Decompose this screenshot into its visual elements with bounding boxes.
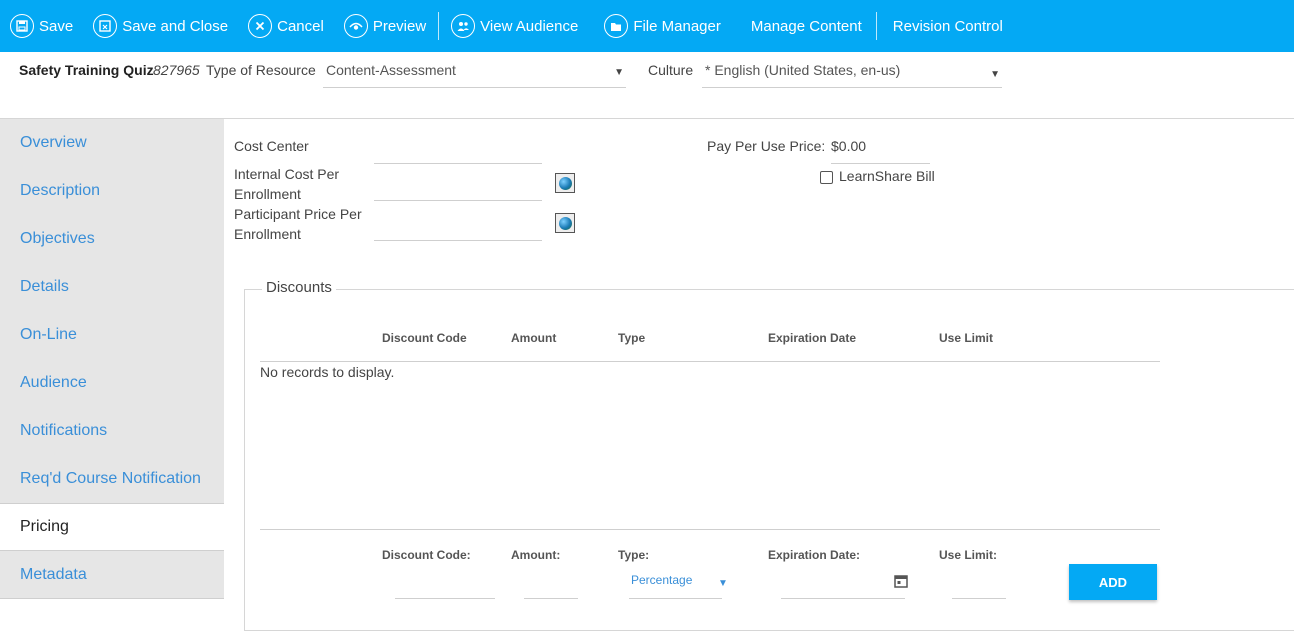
column-header-use-limit: Use Limit [939, 331, 994, 345]
amount-label: Amount: [511, 548, 561, 562]
sidebar-item-metadata[interactable]: Metadata [0, 551, 224, 599]
sidebar-item-label: Req'd Course Notification [20, 470, 201, 487]
resource-header: Safety Training Quiz 827965 Type of Reso… [0, 52, 1294, 119]
internal-cost-label-line2: Enrollment [234, 186, 301, 202]
users-icon [451, 14, 476, 38]
expiration-date-label: Expiration Date: [768, 548, 861, 562]
manage-content-button[interactable]: Manage Content [741, 0, 872, 52]
participant-price-input[interactable] [374, 240, 542, 241]
cancel-button[interactable]: Cancel [238, 0, 334, 52]
close-icon [248, 14, 273, 38]
sidebar-item-label: Objectives [20, 230, 95, 247]
revision-control-label: Revision Control [892, 17, 1003, 35]
sidebar-item-audience[interactable]: Audience [0, 359, 224, 407]
revision-control-button[interactable]: Revision Control [883, 0, 1013, 52]
sidebar-item-label: On-Line [20, 326, 77, 343]
pay-per-use-label: Pay Per Use Price: [707, 138, 826, 154]
participant-price-label: Participant Price Per [234, 206, 362, 222]
table-header-divider [260, 361, 1160, 362]
expiration-date-input[interactable] [781, 598, 905, 599]
view-audience-label: View Audience [480, 17, 579, 35]
type-label: Type: [618, 548, 650, 562]
sidebar-item-pricing[interactable]: Pricing [0, 503, 224, 551]
pay-per-use-underline [831, 163, 930, 164]
save-button[interactable]: Save [0, 0, 83, 52]
sidebar-item-description[interactable]: Description [0, 167, 224, 215]
resource-id: 827965 [153, 62, 200, 78]
sidebar-item-objectives[interactable]: Objectives [0, 215, 224, 263]
column-header-expiration-date: Expiration Date [768, 331, 857, 345]
save-and-close-label: Save and Close [122, 17, 229, 35]
preview-icon [343, 14, 368, 38]
file-manager-button[interactable]: File Manager [594, 0, 731, 52]
sidebar-item-reqd-course-notification[interactable]: Req'd Course Notification [0, 455, 224, 503]
preview-label: Preview [372, 17, 427, 35]
type-of-resource-label: Type of Resource [206, 62, 316, 78]
table-footer-divider [260, 529, 1160, 530]
type-select[interactable] [629, 598, 722, 599]
cost-center-label: Cost Center [234, 138, 309, 154]
toolbar-divider [875, 12, 877, 40]
type-of-resource-value: Content-Assessment [326, 62, 456, 78]
save-icon [10, 14, 34, 38]
calendar-icon[interactable] [894, 574, 908, 591]
sidebar-item-details[interactable]: Details [0, 263, 224, 311]
type-select-value[interactable]: Percentage [631, 570, 692, 590]
sidebar-item-label: Pricing [20, 518, 69, 535]
toolbar: Save Save and Close Cancel Preview View … [0, 0, 1294, 52]
toolbar-divider [438, 12, 440, 40]
sidebar-item-label: Audience [20, 374, 87, 391]
pay-per-use-value[interactable]: $0.00 [831, 136, 866, 156]
column-header-type: Type [618, 331, 646, 345]
use-limit-input[interactable] [952, 598, 1006, 599]
sidebar-item-label: Overview [20, 134, 87, 151]
preview-button[interactable]: Preview [334, 0, 436, 52]
file-manager-label: File Manager [633, 17, 721, 35]
discounts-legend: Discounts [262, 279, 336, 296]
folder-icon [604, 14, 629, 38]
learnshare-bill-checkbox[interactable] [820, 171, 833, 184]
sidebar-item-label: Description [20, 182, 101, 199]
amount-input[interactable] [524, 598, 578, 599]
empty-table-message: No records to display. [260, 364, 395, 380]
discount-code-label: Discount Code: [382, 548, 471, 562]
learnshare-bill-label: LearnShare Bill [839, 168, 935, 184]
globe-icon[interactable] [555, 173, 575, 193]
cancel-label: Cancel [277, 17, 324, 35]
column-header-amount: Amount [511, 331, 557, 345]
globe-icon[interactable] [555, 213, 575, 233]
chevron-down-icon[interactable]: ▼ [718, 578, 728, 589]
column-header-discount-code: Discount Code [382, 331, 467, 345]
sidebar-item-label: Details [20, 278, 69, 295]
sidebar-item-label: Notifications [20, 422, 108, 439]
chevron-down-icon: ▼ [614, 67, 624, 78]
internal-cost-input[interactable] [374, 200, 542, 201]
sidebar: Overview Description Objectives Details … [0, 119, 224, 599]
sidebar-item-overview[interactable]: Overview [0, 119, 224, 167]
sidebar-item-label: Metadata [20, 565, 87, 583]
type-of-resource-select[interactable]: Content-Assessment ▼ [323, 60, 626, 88]
culture-label: Culture [648, 62, 694, 78]
view-audience-button[interactable]: View Audience [441, 0, 588, 52]
internal-cost-label: Internal Cost Per [234, 166, 340, 182]
chevron-down-icon: ▼ [990, 69, 1000, 80]
sidebar-item-on-line[interactable]: On-Line [0, 311, 224, 359]
participant-price-label-line2: Enrollment [234, 226, 301, 242]
culture-value: * English (United States, en-us) [705, 62, 901, 78]
manage-content-label: Manage Content [750, 17, 862, 35]
cost-center-input[interactable] [374, 163, 542, 164]
sidebar-item-notifications[interactable]: Notifications [0, 407, 224, 455]
add-discount-button[interactable]: ADD [1069, 564, 1157, 600]
save-label: Save [39, 17, 74, 35]
culture-select[interactable]: * English (United States, en-us) ▼ [702, 60, 1002, 88]
save-close-icon [93, 14, 118, 38]
resource-title: Safety Training Quiz [19, 62, 154, 78]
discount-code-input[interactable] [395, 598, 495, 599]
save-and-close-button[interactable]: Save and Close [83, 0, 238, 52]
use-limit-label: Use Limit: [939, 548, 998, 562]
